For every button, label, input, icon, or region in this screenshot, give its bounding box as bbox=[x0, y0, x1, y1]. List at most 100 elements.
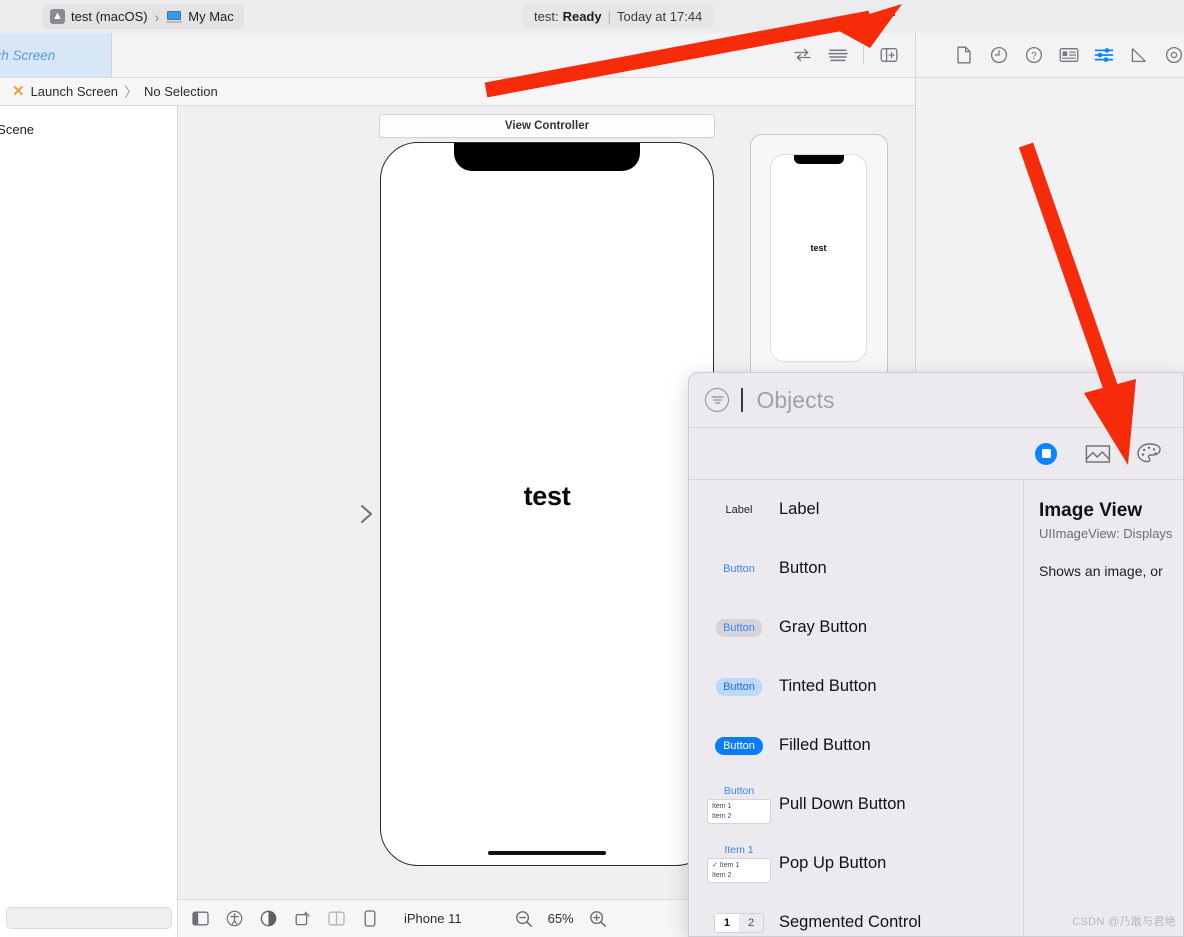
list-item-label: Pull Down Button bbox=[779, 795, 906, 813]
zoom-out-icon[interactable] bbox=[514, 909, 534, 929]
app-icon: ▲ bbox=[50, 9, 65, 24]
inspector-tab-strip: ? bbox=[915, 33, 1184, 78]
thumb-text: Button bbox=[723, 562, 755, 575]
library-detail-pane: Image View UIImageView: Displays Shows a… bbox=[1025, 480, 1183, 936]
list-item[interactable]: Item 1 ✓ Item 1 Item 2 Pop Up Button bbox=[689, 834, 1023, 893]
scheme-separator: › bbox=[154, 8, 160, 25]
quick-help-inspector-icon[interactable]: ? bbox=[1024, 44, 1044, 66]
add-editor-icon[interactable] bbox=[878, 44, 900, 66]
label-thumbnail: Label bbox=[703, 504, 775, 516]
button-thumbnail: Button bbox=[703, 563, 775, 575]
list-item[interactable]: Button Item 1 Item 2 Pull Down Button bbox=[689, 775, 1023, 834]
file-inspector-icon[interactable] bbox=[954, 44, 974, 66]
list-item-label: Segmented Control bbox=[779, 913, 922, 931]
view-controller-title[interactable]: View Controller bbox=[379, 114, 715, 138]
filled-button-thumbnail: Button bbox=[703, 736, 775, 755]
filter-icon[interactable] bbox=[705, 388, 729, 412]
gray-button-thumbnail: Button bbox=[703, 618, 775, 637]
swap-editors-icon[interactable] bbox=[791, 44, 813, 66]
zoom-in-icon[interactable] bbox=[588, 909, 608, 929]
attributes-inspector-icon[interactable] bbox=[1094, 44, 1114, 66]
media-icon bbox=[1085, 444, 1111, 463]
show-document-outline-icon[interactable] bbox=[190, 909, 210, 929]
thumb-menu-item: ✓ Item 1 bbox=[712, 861, 740, 869]
mac-icon bbox=[166, 10, 183, 23]
thumb-text: Button bbox=[716, 677, 762, 696]
status-time: Today at 17:44 bbox=[617, 9, 703, 24]
status-separator: | bbox=[607, 9, 611, 24]
toolbar-divider bbox=[863, 46, 864, 64]
detail-description: Shows an image, or bbox=[1039, 563, 1163, 579]
split-view-icon[interactable] bbox=[326, 909, 346, 929]
appearance-icon[interactable] bbox=[258, 909, 278, 929]
objects-icon bbox=[1035, 442, 1057, 465]
thumb-text: Button bbox=[723, 784, 755, 797]
interface-builder-icon: ✕ bbox=[12, 82, 25, 100]
list-item[interactable]: Button Button bbox=[689, 539, 1023, 598]
list-item[interactable]: Button Gray Button bbox=[689, 598, 1023, 657]
list-item-label: Tinted Button bbox=[779, 677, 877, 695]
home-indicator bbox=[488, 851, 606, 855]
document-outline-pane: er Scene bbox=[0, 106, 178, 937]
device-icon[interactable] bbox=[360, 909, 380, 929]
library-category-tabs bbox=[689, 428, 1183, 480]
list-item-label: Label bbox=[779, 500, 820, 518]
tinted-button-thumbnail: Button bbox=[703, 677, 775, 696]
objects-library-tab[interactable] bbox=[1031, 439, 1061, 469]
canvas-label-test[interactable]: test bbox=[381, 481, 713, 512]
segment: 1 bbox=[714, 913, 739, 932]
library-search-input[interactable]: Objects bbox=[757, 387, 835, 414]
thumb-text: Item 1 bbox=[724, 843, 754, 856]
preview-device[interactable]: test bbox=[750, 134, 888, 377]
history-inspector-icon[interactable] bbox=[989, 44, 1009, 66]
accessibility-icon[interactable] bbox=[224, 909, 244, 929]
activity-status[interactable]: test: Ready | Today at 17:44 bbox=[522, 4, 715, 29]
outline-item-scene[interactable]: er Scene bbox=[0, 122, 177, 137]
list-item-label: Pop Up Button bbox=[779, 854, 887, 872]
size-inspector-icon[interactable] bbox=[1129, 44, 1149, 66]
zoom-level-label: 65% bbox=[547, 911, 574, 926]
preview-notch bbox=[793, 155, 844, 164]
identity-inspector-icon[interactable] bbox=[1059, 44, 1079, 66]
segment: 2 bbox=[739, 913, 764, 932]
destination-name: My Mac bbox=[188, 9, 234, 24]
library-search-bar[interactable]: Objects bbox=[689, 373, 1183, 428]
outline-filter-field[interactable] bbox=[6, 907, 172, 929]
thumb-menu-item: Item 2 bbox=[712, 812, 732, 820]
status-state: Ready bbox=[562, 9, 602, 24]
thumb-text: Button bbox=[715, 736, 763, 755]
detail-title: Image View bbox=[1039, 500, 1143, 521]
color-library-tab[interactable] bbox=[1135, 439, 1165, 469]
list-item[interactable]: Button Filled Button bbox=[689, 716, 1023, 775]
editor-controls bbox=[791, 33, 912, 77]
pull-down-button-thumbnail: Button Item 1 Item 2 bbox=[703, 784, 775, 825]
tab-launch-screen[interactable]: aunch Screen bbox=[0, 33, 112, 77]
connections-inspector-icon[interactable] bbox=[1164, 44, 1184, 66]
device-name-label[interactable]: iPhone 11 bbox=[404, 911, 462, 926]
breadcrumb-file[interactable]: Launch Screen bbox=[31, 84, 118, 99]
thumb-menu-item: Item 1 bbox=[712, 802, 732, 810]
svg-text:?: ? bbox=[1031, 51, 1037, 62]
breadcrumb-separator-0: 〉 bbox=[0, 82, 6, 102]
library-popover[interactable]: Objects Label Label Button Button Button… bbox=[688, 372, 1184, 937]
list-item[interactable]: Button Tinted Button bbox=[689, 657, 1023, 716]
scheme-name: test (macOS) bbox=[71, 9, 148, 24]
library-object-list[interactable]: Label Label Button Button Button Gray Bu… bbox=[689, 480, 1024, 936]
list-item-label: Filled Button bbox=[779, 736, 871, 754]
breadcrumb-separator-1: 〉 bbox=[124, 83, 139, 100]
preview-screen: test bbox=[770, 154, 867, 362]
search-caret bbox=[741, 388, 743, 412]
list-item[interactable]: Label Label bbox=[689, 480, 1023, 539]
orientation-icon[interactable] bbox=[292, 909, 312, 929]
view-controller-device[interactable]: test bbox=[380, 142, 714, 866]
breadcrumb-selection[interactable]: No Selection bbox=[144, 84, 218, 99]
add-library-button[interactable]: + bbox=[876, 3, 902, 29]
device-notch bbox=[454, 143, 640, 171]
list-item[interactable]: 1 2 Segmented Control bbox=[689, 893, 1023, 936]
scheme-selector[interactable]: ▲ test (macOS) › My Mac bbox=[43, 4, 244, 29]
media-library-tab[interactable] bbox=[1083, 439, 1113, 469]
editor-options-icon[interactable] bbox=[827, 44, 849, 66]
watermark: CSDN @乃敢与君绝 bbox=[1072, 916, 1176, 928]
thumb-text: Label bbox=[725, 503, 753, 516]
tab-label: aunch Screen bbox=[0, 47, 56, 63]
